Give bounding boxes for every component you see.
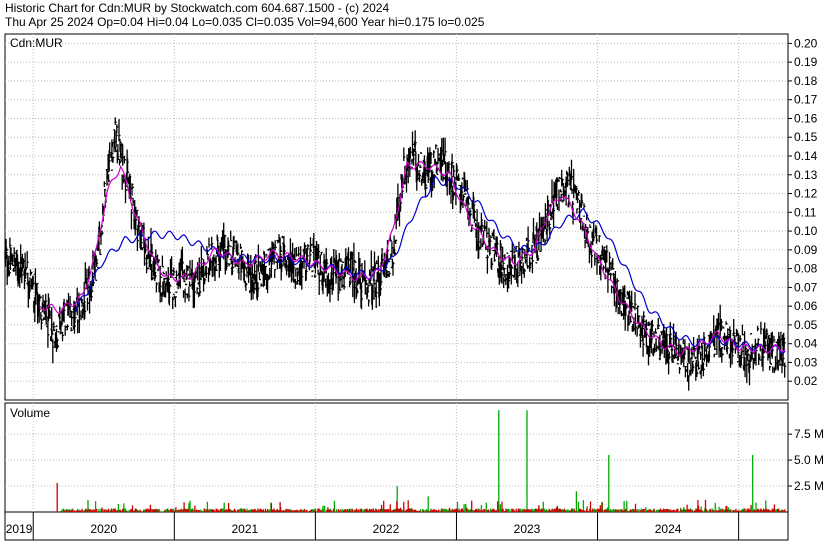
price-tick-label: 0.08 [794, 262, 818, 276]
volume-tick-label: 7.5 M [794, 427, 824, 441]
price-tick-label: 0.20 [794, 36, 818, 50]
price-tick-label: 0.07 [794, 280, 818, 294]
price-tick-label: 0.05 [794, 318, 818, 332]
price-tick-label: 0.04 [794, 337, 818, 351]
price-tick-label: 0.13 [794, 168, 818, 182]
year-label: 2020 [90, 522, 117, 536]
year-label: 2024 [655, 522, 682, 536]
price-tick-label: 0.18 [794, 74, 818, 88]
year-label: 2022 [373, 522, 400, 536]
year-label: 2021 [231, 522, 258, 536]
price-tick-label: 0.03 [794, 355, 818, 369]
price-tick-label: 0.14 [794, 149, 818, 163]
price-tick-label: 0.16 [794, 111, 818, 125]
volume-panel [4, 402, 789, 513]
price-tick-label: 0.17 [794, 93, 818, 107]
price-tick-label: 0.12 [794, 187, 818, 201]
price-tick-label: 0.15 [794, 130, 818, 144]
price-tick-label: 0.10 [794, 224, 818, 238]
volume-label: Volume [10, 406, 50, 420]
price-tick-label: 0.06 [794, 299, 818, 313]
year-label: 2023 [514, 522, 541, 536]
symbol-label: Cdn:MUR [10, 36, 63, 50]
price-tick-label: 0.19 [794, 55, 818, 69]
historic-price-chart: 0.20 0.19 0.18 0.17 0.16 0.15 0.14 0.13 0.12 0.11… [4, 33, 824, 541]
volume-tick-label: 5.0 M [794, 453, 824, 467]
year-label: 2019 [6, 522, 33, 536]
price-tick-label: 0.09 [794, 243, 818, 257]
price-tick-label: 0.11 [794, 205, 817, 219]
volume-tick-label: 2.5 M [794, 479, 824, 493]
price-tick-label: 0.02 [794, 374, 818, 388]
